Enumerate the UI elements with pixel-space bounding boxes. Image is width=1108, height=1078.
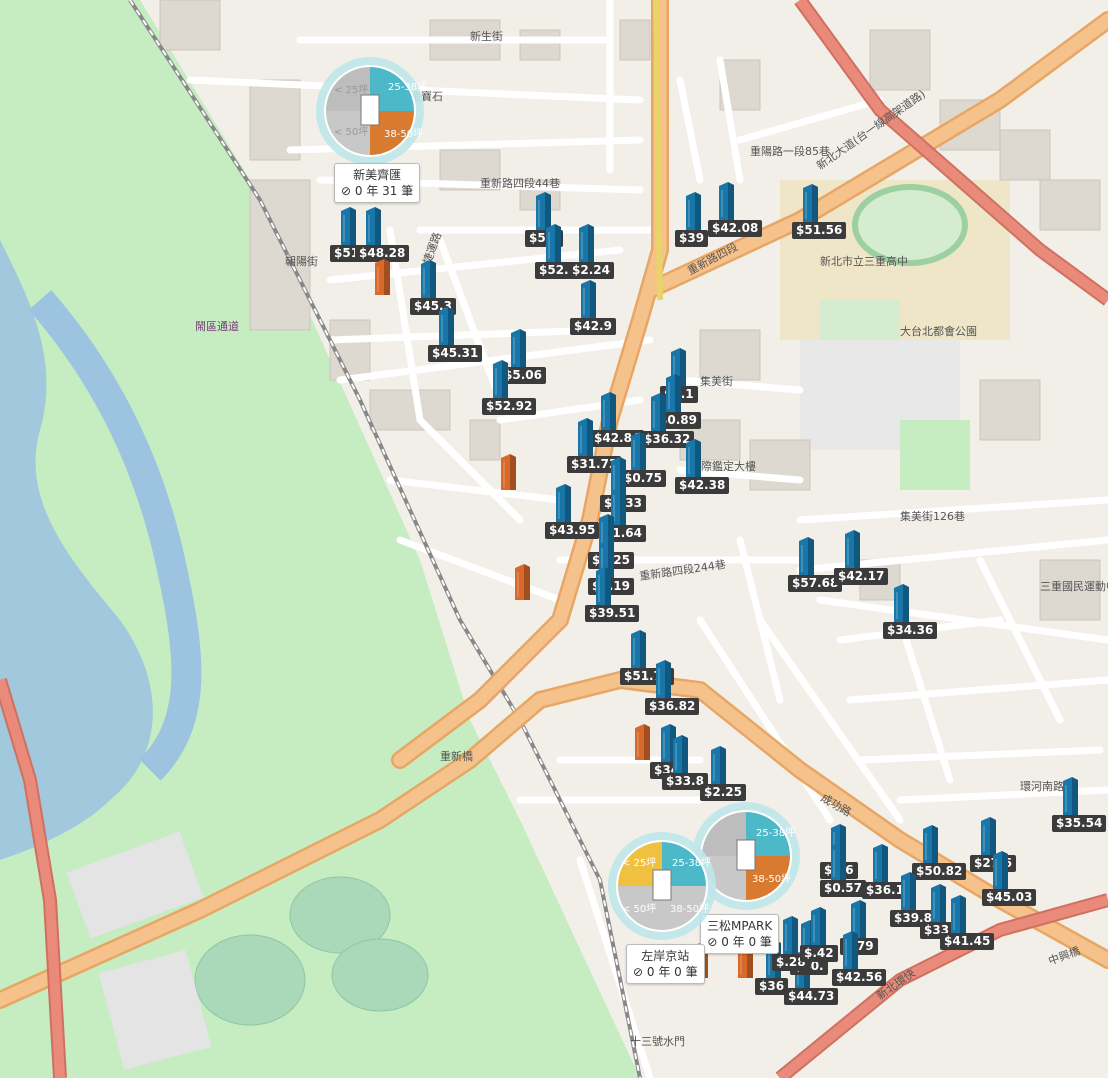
building-icon[interactable] xyxy=(796,537,816,579)
building-icon[interactable] xyxy=(543,224,563,266)
building-icon[interactable] xyxy=(800,184,820,226)
svg-text:25-38坪: 25-38坪 xyxy=(672,856,711,869)
svg-text:< 25坪: < 25坪 xyxy=(622,856,656,869)
building-icon[interactable] xyxy=(870,844,890,886)
building-icon[interactable] xyxy=(808,907,828,949)
svg-text:< 50坪: < 50坪 xyxy=(334,125,368,138)
poi-label: 三重國民運動中心 xyxy=(1040,579,1108,593)
svg-text:38-50坪: 38-50坪 xyxy=(752,872,791,885)
building-icon[interactable] xyxy=(990,851,1010,893)
building-icon[interactable] xyxy=(593,567,613,609)
building-icon[interactable] xyxy=(372,259,392,299)
price-label[interactable]: $42.9 xyxy=(570,318,616,335)
price-label[interactable]: $35.54 xyxy=(1052,815,1107,832)
price-label[interactable]: $39 xyxy=(675,230,709,247)
building-icon[interactable] xyxy=(653,660,673,702)
svg-text:25-38坪: 25-38坪 xyxy=(388,80,426,93)
building-icon[interactable] xyxy=(576,224,596,266)
building-icon[interactable] xyxy=(948,895,968,937)
building-icon[interactable] xyxy=(578,280,598,322)
building-icon[interactable] xyxy=(708,746,728,788)
building-icon[interactable] xyxy=(575,418,595,460)
building-icon[interactable] xyxy=(508,329,528,371)
cluster-stats: ⊘ 0 年 0 筆 xyxy=(633,965,698,979)
building-icon[interactable] xyxy=(338,207,358,249)
price-label[interactable]: $36.82 xyxy=(645,698,700,715)
building-icon[interactable] xyxy=(780,916,800,958)
building-icon[interactable] xyxy=(828,842,848,884)
street-label: 新生街 xyxy=(470,29,503,43)
cluster-label[interactable]: 左岸京站 ⊘ 0 年 0 筆 xyxy=(626,944,705,984)
cluster-name: 左岸京站 xyxy=(641,949,690,963)
price-label[interactable]: $42.38 xyxy=(675,477,730,494)
price-label[interactable]: $52.92 xyxy=(482,398,537,415)
svg-text:38-50坪: 38-50坪 xyxy=(384,127,423,140)
cluster-label[interactable]: 新美齊匯 ⊘ 0 年 31 筆 xyxy=(334,163,421,203)
price-label[interactable]: $41.45 xyxy=(940,933,995,950)
street-label: 環河南路 xyxy=(1020,780,1064,793)
price-label[interactable]: $42.56 xyxy=(832,969,887,986)
price-label[interactable]: $45.31 xyxy=(428,345,483,362)
poi-label: 新北市立三重高中 xyxy=(820,254,908,268)
cluster-name: 新美齊匯 xyxy=(353,168,402,182)
building-icon[interactable] xyxy=(436,307,456,349)
cluster-stats: ⊘ 0 年 31 筆 xyxy=(341,184,414,198)
price-label[interactable]: $45.03 xyxy=(982,889,1037,906)
building-icon[interactable] xyxy=(628,432,648,474)
price-label[interactable]: $39.51 xyxy=(585,605,640,622)
street-label: 集美街 xyxy=(700,374,733,388)
building-icon[interactable] xyxy=(842,530,862,572)
building-icon[interactable] xyxy=(898,872,918,914)
building-icon[interactable] xyxy=(683,439,703,481)
building-icon[interactable] xyxy=(490,360,510,402)
poi-label: 鬧區通道 xyxy=(195,319,239,333)
building-icon[interactable] xyxy=(363,207,383,249)
building-icon[interactable] xyxy=(498,454,518,494)
building-icon[interactable] xyxy=(418,260,438,302)
street-label: 重陽路一段85巷 xyxy=(750,144,830,158)
street-label: 集美街126巷 xyxy=(900,509,965,523)
svg-text:< 25坪: < 25坪 xyxy=(334,83,368,96)
building-icon[interactable] xyxy=(891,584,911,626)
building-icon[interactable] xyxy=(683,192,703,234)
price-label[interactable]: $44.73 xyxy=(784,988,839,1005)
building-icon[interactable] xyxy=(1060,777,1080,819)
price-label[interactable]: $50.82 xyxy=(912,863,967,880)
street-label: 重新路四段44巷 xyxy=(480,176,560,190)
street-label: 朝陽街 xyxy=(285,254,318,268)
building-icon[interactable] xyxy=(648,393,668,435)
building-icon[interactable] xyxy=(840,931,860,973)
price-label[interactable]: $0.57 xyxy=(820,880,866,897)
street-label: 十三號水門 xyxy=(630,1034,685,1048)
price-label[interactable]: $42.08 xyxy=(708,220,763,237)
price-label[interactable]: $43.95 xyxy=(545,522,600,539)
svg-text:25-38坪: 25-38坪 xyxy=(756,826,795,839)
price-label[interactable]: $42.17 xyxy=(834,568,889,585)
cluster-donut[interactable]: 25-38坪 38-50坪 < 25坪 < 50坪 xyxy=(314,55,427,171)
poi-label: 大台北都會公園 xyxy=(900,324,977,338)
price-label[interactable]: $34.36 xyxy=(883,622,938,639)
svg-text:38-50坪: 38-50坪 xyxy=(670,902,709,915)
building-icon[interactable] xyxy=(632,724,652,764)
street-label: 重新橋 xyxy=(440,749,473,763)
building-icon[interactable] xyxy=(598,392,618,434)
building-icon[interactable] xyxy=(553,484,573,526)
price-label[interactable]: $2.24 xyxy=(568,262,614,279)
building-icon[interactable] xyxy=(670,735,690,777)
price-label[interactable]: $.42 xyxy=(800,945,838,962)
building-icon[interactable] xyxy=(928,884,948,926)
building-icon[interactable] xyxy=(716,182,736,224)
building-icon[interactable] xyxy=(512,564,532,604)
cluster-donut[interactable]: < 25坪 25-38坪 < 50坪 38-50坪 xyxy=(606,830,718,946)
svg-text:< 50坪: < 50坪 xyxy=(622,902,656,915)
price-label[interactable]: $2.25 xyxy=(700,784,746,801)
building-icon[interactable] xyxy=(920,825,940,867)
price-label[interactable]: $51.56 xyxy=(792,222,847,239)
building-icon[interactable] xyxy=(628,630,648,672)
